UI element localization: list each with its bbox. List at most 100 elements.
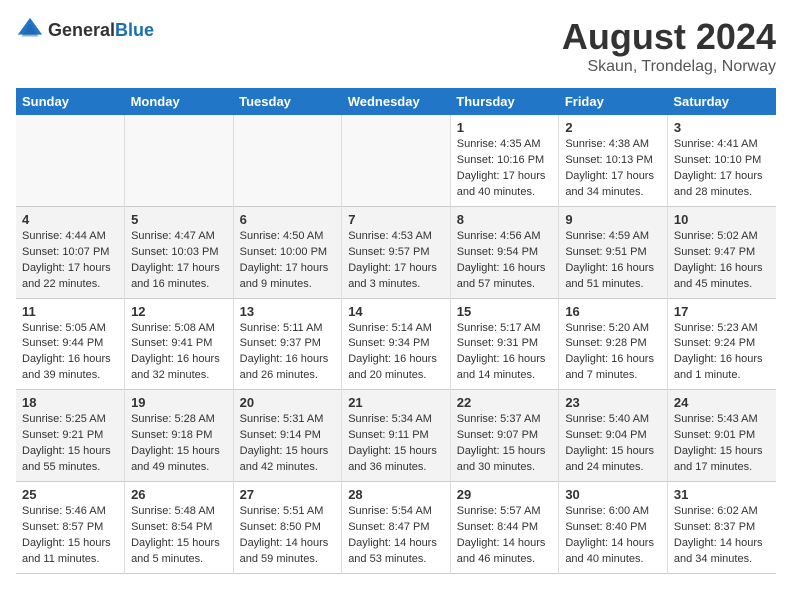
calendar-week-row: 18 Sunrise: 5:25 AM Sunset: 9:21 PM Dayli… — [16, 390, 776, 482]
day-info: Sunrise: 5:31 AM Sunset: 9:14 PM Dayligh… — [240, 412, 336, 476]
day-info: Sunrise: 5:14 AM Sunset: 9:34 PM Dayligh… — [348, 321, 444, 385]
calendar-cell: 24 Sunrise: 5:43 AM Sunset: 9:01 PM Dayli… — [667, 390, 776, 482]
day-info: Sunrise: 5:40 AM Sunset: 9:04 PM Dayligh… — [565, 412, 661, 476]
weekday-header-saturday: Saturday — [667, 88, 776, 115]
day-number: 11 — [22, 304, 118, 319]
day-number: 13 — [240, 304, 336, 319]
day-info: Sunrise: 5:17 AM Sunset: 9:31 PM Dayligh… — [457, 321, 553, 385]
day-number: 26 — [131, 487, 227, 502]
day-info: Sunrise: 5:11 AM Sunset: 9:37 PM Dayligh… — [240, 321, 336, 385]
day-info: Sunrise: 5:37 AM Sunset: 9:07 PM Dayligh… — [457, 412, 553, 476]
day-number: 12 — [131, 304, 227, 319]
day-info: Sunrise: 5:28 AM Sunset: 9:18 PM Dayligh… — [131, 412, 227, 476]
weekday-header-monday: Monday — [125, 88, 234, 115]
calendar-cell: 25Sunrise: 5:46 AM Sunset: 8:57 PM Dayli… — [16, 482, 125, 574]
day-number: 18 — [22, 395, 118, 410]
day-info: Sunrise: 5:25 AM Sunset: 9:21 PM Dayligh… — [22, 412, 118, 476]
calendar-week-row: 4 Sunrise: 4:44 AM Sunset: 10:07 PM Dayli… — [16, 206, 776, 298]
day-number: 10 — [674, 212, 770, 227]
calendar-week-row: 11 Sunrise: 5:05 AM Sunset: 9:44 PM Dayli… — [16, 298, 776, 390]
day-info: Sunrise: 6:00 AM Sunset: 8:40 PM Dayligh… — [565, 504, 661, 568]
calendar-cell: 3Sunrise: 4:41 AM Sunset: 10:10 PM Dayli… — [667, 115, 776, 206]
logo-general: General — [48, 20, 115, 40]
day-info: Sunrise: 4:41 AM Sunset: 10:10 PM Daylig… — [674, 137, 770, 201]
day-info: Sunrise: 5:08 AM Sunset: 9:41 PM Dayligh… — [131, 321, 227, 385]
day-info: Sunrise: 5:02 AM Sunset: 9:47 PM Dayligh… — [674, 229, 770, 293]
calendar-header-row: SundayMondayTuesdayWednesdayThursdayFrid… — [16, 88, 776, 115]
day-info: Sunrise: 5:34 AM Sunset: 9:11 PM Dayligh… — [348, 412, 444, 476]
page-title: August 2024 — [562, 16, 776, 58]
calendar-cell: 8 Sunrise: 4:56 AM Sunset: 9:54 PM Daylig… — [450, 206, 559, 298]
day-number: 27 — [240, 487, 336, 502]
calendar-cell: 12 Sunrise: 5:08 AM Sunset: 9:41 PM Dayli… — [125, 298, 234, 390]
weekday-header-friday: Friday — [559, 88, 668, 115]
day-number: 24 — [674, 395, 770, 410]
day-info: Sunrise: 4:53 AM Sunset: 9:57 PM Dayligh… — [348, 229, 444, 293]
calendar-cell: 21 Sunrise: 5:34 AM Sunset: 9:11 PM Dayli… — [342, 390, 451, 482]
day-info: Sunrise: 6:02 AM Sunset: 8:37 PM Dayligh… — [674, 504, 770, 568]
calendar-cell: 31 Sunrise: 6:02 AM Sunset: 8:37 PM Dayli… — [667, 482, 776, 574]
calendar-cell: 20Sunrise: 5:31 AM Sunset: 9:14 PM Dayli… — [233, 390, 342, 482]
day-number: 16 — [565, 304, 661, 319]
day-number: 21 — [348, 395, 444, 410]
day-info: Sunrise: 5:43 AM Sunset: 9:01 PM Dayligh… — [674, 412, 770, 476]
day-info: Sunrise: 4:50 AM Sunset: 10:00 PM Daylig… — [240, 229, 336, 293]
calendar-week-row: 25Sunrise: 5:46 AM Sunset: 8:57 PM Dayli… — [16, 482, 776, 574]
calendar-cell — [16, 115, 125, 206]
day-info: Sunrise: 4:44 AM Sunset: 10:07 PM Daylig… — [22, 229, 118, 293]
calendar-cell: 13 Sunrise: 5:11 AM Sunset: 9:37 PM Dayli… — [233, 298, 342, 390]
day-number: 4 — [22, 212, 118, 227]
calendar-cell: 4 Sunrise: 4:44 AM Sunset: 10:07 PM Dayli… — [16, 206, 125, 298]
day-number: 1 — [457, 120, 553, 135]
calendar-cell: 1 Sunrise: 4:35 AM Sunset: 10:16 PM Dayli… — [450, 115, 559, 206]
calendar-table: SundayMondayTuesdayWednesdayThursdayFrid… — [16, 88, 776, 574]
day-info: Sunrise: 5:05 AM Sunset: 9:44 PM Dayligh… — [22, 321, 118, 385]
calendar-cell: 30 Sunrise: 6:00 AM Sunset: 8:40 PM Dayli… — [559, 482, 668, 574]
day-info: Sunrise: 5:57 AM Sunset: 8:44 PM Dayligh… — [457, 504, 553, 568]
calendar-cell: 5 Sunrise: 4:47 AM Sunset: 10:03 PM Dayli… — [125, 206, 234, 298]
day-number: 28 — [348, 487, 444, 502]
calendar-cell: 14 Sunrise: 5:14 AM Sunset: 9:34 PM Dayli… — [342, 298, 451, 390]
day-number: 9 — [565, 212, 661, 227]
weekday-header-tuesday: Tuesday — [233, 88, 342, 115]
calendar-cell: 23 Sunrise: 5:40 AM Sunset: 9:04 PM Dayli… — [559, 390, 668, 482]
page-subtitle: Skaun, Trondelag, Norway — [562, 58, 776, 76]
day-number: 14 — [348, 304, 444, 319]
calendar-cell: 29 Sunrise: 5:57 AM Sunset: 8:44 PM Dayli… — [450, 482, 559, 574]
day-number: 8 — [457, 212, 553, 227]
day-number: 15 — [457, 304, 553, 319]
title-area: August 2024 Skaun, Trondelag, Norway — [562, 16, 776, 76]
day-number: 17 — [674, 304, 770, 319]
day-number: 6 — [240, 212, 336, 227]
day-number: 5 — [131, 212, 227, 227]
calendar-cell: 7 Sunrise: 4:53 AM Sunset: 9:57 PM Daylig… — [342, 206, 451, 298]
calendar-cell: 18 Sunrise: 5:25 AM Sunset: 9:21 PM Dayli… — [16, 390, 125, 482]
calendar-cell: 27 Sunrise: 5:51 AM Sunset: 8:50 PM Dayli… — [233, 482, 342, 574]
logo-blue: Blue — [115, 20, 154, 40]
calendar-cell: 11 Sunrise: 5:05 AM Sunset: 9:44 PM Dayli… — [16, 298, 125, 390]
day-number: 22 — [457, 395, 553, 410]
day-info: Sunrise: 5:23 AM Sunset: 9:24 PM Dayligh… — [674, 321, 770, 385]
calendar-cell: 26 Sunrise: 5:48 AM Sunset: 8:54 PM Dayli… — [125, 482, 234, 574]
calendar-cell: 10 Sunrise: 5:02 AM Sunset: 9:47 PM Dayli… — [667, 206, 776, 298]
day-number: 30 — [565, 487, 661, 502]
day-number: 31 — [674, 487, 770, 502]
day-info: Sunrise: 4:47 AM Sunset: 10:03 PM Daylig… — [131, 229, 227, 293]
calendar-cell: 22 Sunrise: 5:37 AM Sunset: 9:07 PM Dayli… — [450, 390, 559, 482]
calendar-cell: 2Sunrise: 4:38 AM Sunset: 10:13 PM Dayli… — [559, 115, 668, 206]
day-info: Sunrise: 5:51 AM Sunset: 8:50 PM Dayligh… — [240, 504, 336, 568]
calendar-cell: 28Sunrise: 5:54 AM Sunset: 8:47 PM Dayli… — [342, 482, 451, 574]
day-info: Sunrise: 4:35 AM Sunset: 10:16 PM Daylig… — [457, 137, 553, 201]
calendar-cell — [233, 115, 342, 206]
day-info: Sunrise: 5:20 AM Sunset: 9:28 PM Dayligh… — [565, 321, 661, 385]
day-info: Sunrise: 5:48 AM Sunset: 8:54 PM Dayligh… — [131, 504, 227, 568]
day-number: 23 — [565, 395, 661, 410]
day-info: Sunrise: 4:59 AM Sunset: 9:51 PM Dayligh… — [565, 229, 661, 293]
day-info: Sunrise: 4:56 AM Sunset: 9:54 PM Dayligh… — [457, 229, 553, 293]
day-number: 29 — [457, 487, 553, 502]
day-number: 2 — [565, 120, 661, 135]
calendar-cell: 19Sunrise: 5:28 AM Sunset: 9:18 PM Dayli… — [125, 390, 234, 482]
day-number: 7 — [348, 212, 444, 227]
page-header: GeneralBlue August 2024 Skaun, Trondelag… — [16, 16, 776, 76]
weekday-header-thursday: Thursday — [450, 88, 559, 115]
